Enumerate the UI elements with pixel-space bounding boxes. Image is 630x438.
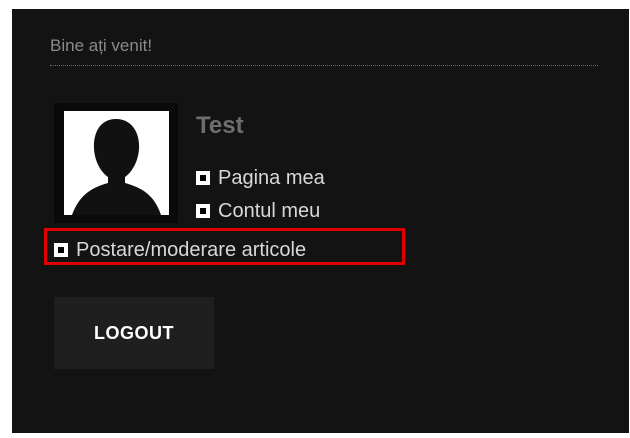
menu-item-label: Postare/moderare articole	[76, 239, 307, 261]
user-silhouette-icon	[64, 111, 169, 215]
checkbox-square-icon	[196, 204, 210, 218]
avatar	[54, 103, 178, 223]
welcome-heading: Bine ați venit!	[50, 36, 153, 55]
menu-item-pagina-mea[interactable]: Pagina mea	[196, 166, 325, 190]
username-label: Test	[196, 112, 244, 139]
menu-item-contul-meu[interactable]: Contul meu	[196, 199, 320, 223]
checkbox-square-icon	[54, 243, 68, 257]
menu-item-label: Contul meu	[218, 200, 321, 222]
login-widget-panel: Bine ați venit! Test Pagina mea Contul m…	[12, 9, 629, 433]
checkbox-square-icon	[196, 171, 210, 185]
logout-button[interactable]: LOGOUT	[54, 297, 214, 369]
menu-item-label: Pagina mea	[218, 167, 325, 189]
dotted-divider	[50, 65, 598, 66]
menu-item-postare-moderare-articole[interactable]: Postare/moderare articole	[54, 238, 306, 262]
